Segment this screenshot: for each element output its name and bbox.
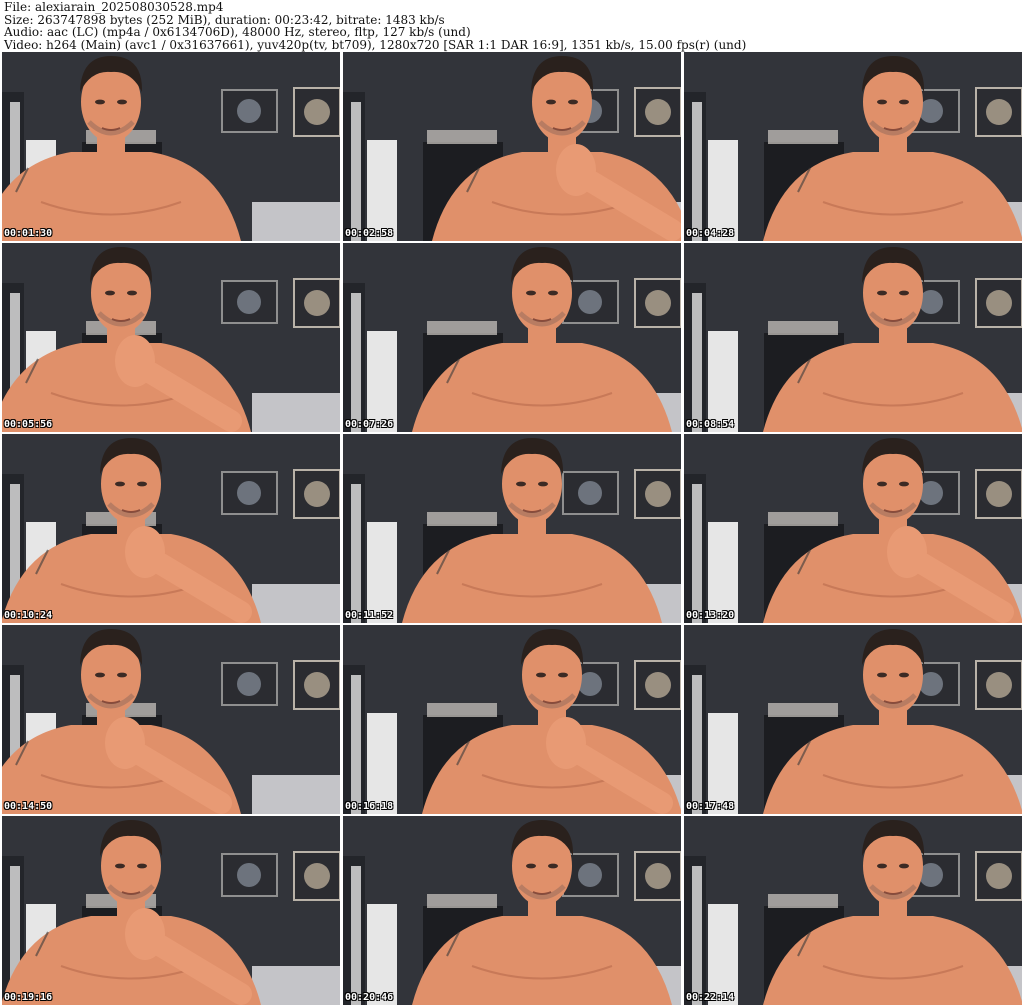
thumbnail-frame: 00:20:46: [343, 816, 681, 1005]
audio-info-line: Audio: aac (LC) (mp4a / 0x6134706D), 480…: [4, 25, 471, 40]
thumbnail-frame: 00:16:18: [343, 625, 681, 814]
thumbnail-frame: 00:08:54: [684, 243, 1022, 432]
frame-timestamp: 00:11:52: [345, 610, 394, 621]
frame-image: [684, 243, 1022, 432]
frame-timestamp: 00:01:30: [4, 228, 53, 239]
file-name-line: File: alexiarain_202508030528.mp4: [4, 0, 224, 14]
thumbnail-frame: 00:14:50: [2, 625, 340, 814]
frame-image: [2, 625, 340, 814]
frame-image: [343, 243, 681, 432]
frame-timestamp: 00:05:56: [4, 419, 53, 430]
frame-timestamp: 00:19:16: [4, 992, 53, 1003]
thumbnail-frame: 00:19:16: [2, 816, 340, 1005]
frame-image: [343, 816, 681, 1005]
thumbnail-grid: 00:01:30 00:02:58 00:04:28 00:05:56 00:0…: [2, 52, 1022, 1005]
frame-timestamp: 00:04:28: [686, 228, 735, 239]
thumbnail-frame: 00:22:14: [684, 816, 1022, 1005]
frame-image: [684, 625, 1022, 814]
frame-image: [684, 434, 1022, 623]
frame-image: [343, 52, 681, 241]
frame-timestamp: 00:20:46: [345, 992, 394, 1003]
thumbnail-frame: 00:04:28: [684, 52, 1022, 241]
frame-timestamp: 00:16:18: [345, 801, 394, 812]
thumbnail-frame: 00:02:58: [343, 52, 681, 241]
video-info-header: File: alexiarain_202508030528.mp4 Size: …: [4, 1, 1020, 51]
frame-image: [2, 52, 340, 241]
frame-timestamp: 00:13:20: [686, 610, 735, 621]
frame-timestamp: 00:14:50: [4, 801, 53, 812]
frame-timestamp: 00:02:58: [345, 228, 394, 239]
frame-timestamp: 00:17:48: [686, 801, 735, 812]
frame-timestamp: 00:07:26: [345, 419, 394, 430]
frame-image: [684, 816, 1022, 1005]
frame-image: [2, 434, 340, 623]
thumbnail-frame: 00:07:26: [343, 243, 681, 432]
thumbnail-frame: 00:05:56: [2, 243, 340, 432]
frame-timestamp: 00:22:14: [686, 992, 735, 1003]
thumbnail-frame: 00:10:24: [2, 434, 340, 623]
thumbnail-frame: 00:17:48: [684, 625, 1022, 814]
frame-timestamp: 00:08:54: [686, 419, 735, 430]
video-info-line: Video: h264 (Main) (avc1 / 0x31637661), …: [4, 37, 747, 52]
frame-timestamp: 00:10:24: [4, 610, 53, 621]
frame-image: [684, 52, 1022, 241]
frame-image: [2, 816, 340, 1005]
thumbnail-frame: 00:13:20: [684, 434, 1022, 623]
frame-image: [343, 625, 681, 814]
thumbnail-frame: 00:01:30: [2, 52, 340, 241]
frame-image: [343, 434, 681, 623]
thumbnail-frame: 00:11:52: [343, 434, 681, 623]
frame-image: [2, 243, 340, 432]
